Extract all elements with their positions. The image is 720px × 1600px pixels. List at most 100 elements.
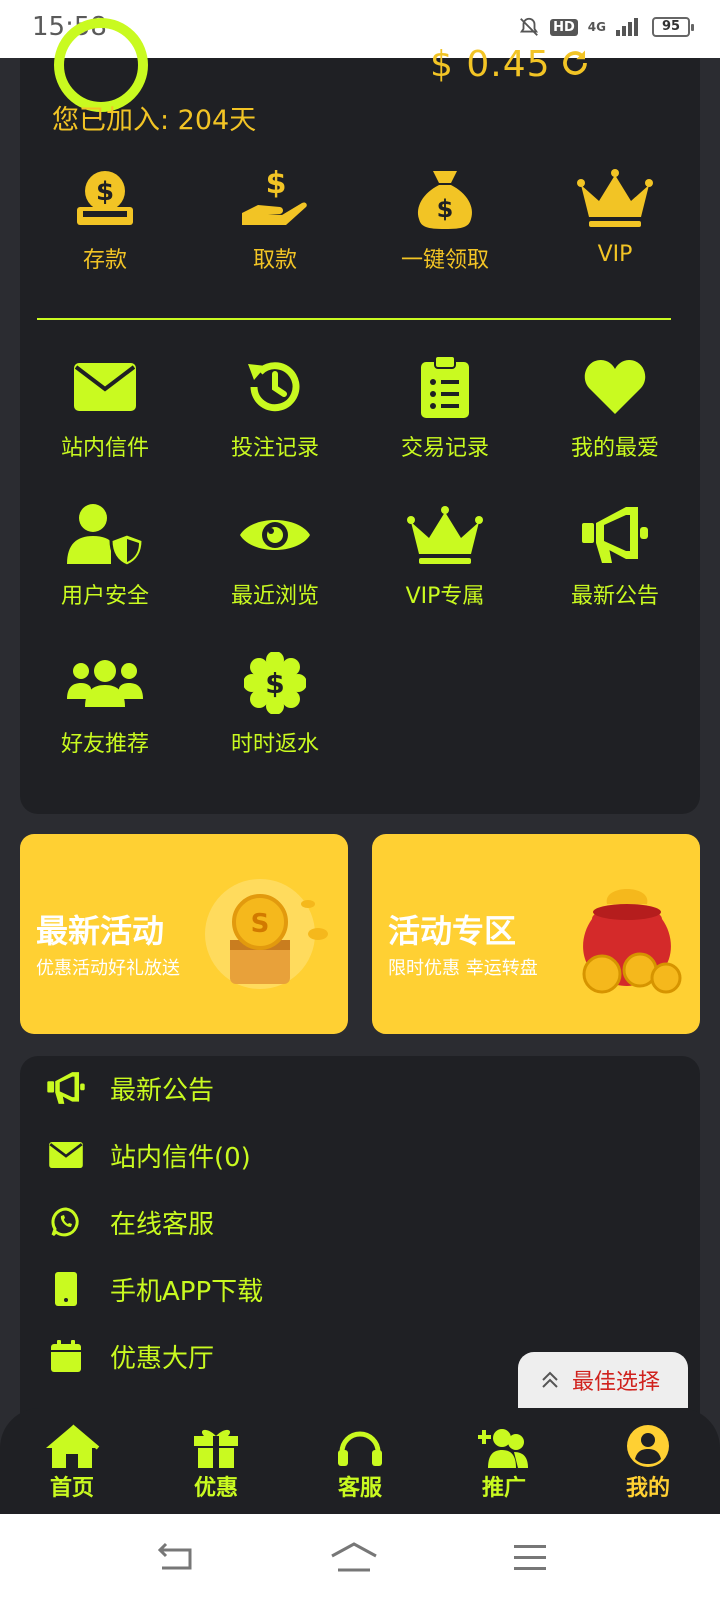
chevron-double-up-icon	[542, 1371, 558, 1388]
eye-icon	[240, 520, 310, 550]
best-choice-button[interactable]: 最佳选择	[518, 1352, 688, 1408]
feature-row-2: 用户安全 最近浏览 VIP专属 最新公告	[20, 502, 700, 610]
feature-announcements[interactable]: 最新公告	[530, 502, 700, 610]
feature-mail[interactable]: 站内信件	[20, 354, 190, 462]
quick-actions: $ 存款 $ 取款 $ 一键领取 VIP	[20, 166, 700, 274]
promo-activity-zone[interactable]: 活动专区 限时优惠 幸运转盘	[372, 834, 700, 1034]
nav-promote[interactable]: 推广	[432, 1408, 576, 1514]
menu-item-mail[interactable]: 站内信件(0)	[20, 1125, 700, 1185]
withdraw-button[interactable]: $ 取款	[190, 166, 360, 274]
feature-favorites[interactable]: 我的最爱	[530, 354, 700, 462]
menu-item-announcements[interactable]: 最新公告	[20, 1058, 700, 1118]
phone-icon	[55, 1272, 77, 1306]
svg-text:$: $	[437, 195, 454, 223]
feature-recent[interactable]: 最近浏览	[190, 502, 360, 610]
nav-support[interactable]: 客服	[288, 1408, 432, 1514]
deposit-label: 存款	[82, 248, 127, 273]
clipboard-icon	[421, 356, 469, 418]
bottom-nav: 首页 优惠 客服 推广 我的	[0, 1408, 720, 1514]
crown-icon	[577, 169, 653, 227]
deposit-icon: $	[77, 171, 133, 225]
svg-text:$: $	[265, 667, 284, 700]
withdraw-label: 取款	[252, 248, 297, 273]
back-icon[interactable]	[158, 1542, 194, 1572]
lucky-bag-icon	[582, 889, 682, 994]
network-type: 4G	[587, 19, 606, 34]
promo-subtitle: 优惠活动好礼放送	[36, 958, 180, 979]
user-plus-icon	[478, 1429, 528, 1468]
feature-announcements-label: 最新公告	[570, 584, 659, 609]
feature-row-1: 站内信件 投注记录 交易记录 我的最爱	[20, 354, 700, 462]
feature-bet-history[interactable]: 投注记录	[190, 354, 360, 462]
rebate-icon: $	[244, 652, 306, 714]
mail-icon	[49, 1142, 83, 1168]
menu-item-app-download[interactable]: 手机APP下载	[20, 1259, 700, 1319]
feature-transactions[interactable]: 交易记录	[360, 354, 530, 462]
feature-user-security-label: 用户安全	[60, 584, 149, 609]
svg-text:$: $	[266, 167, 287, 201]
heart-icon	[584, 360, 646, 414]
hd-badge: HD	[550, 18, 578, 36]
menu-icon[interactable]	[512, 1542, 548, 1572]
system-nav-bar	[0, 1514, 720, 1600]
feature-transactions-label: 交易记录	[400, 436, 489, 461]
refresh-icon[interactable]	[560, 48, 590, 78]
mail-icon	[74, 363, 136, 411]
feature-mail-label: 站内信件	[60, 436, 149, 461]
feature-user-security[interactable]: 用户安全	[20, 502, 190, 610]
bell-off-icon	[520, 17, 539, 36]
megaphone-icon	[47, 1072, 85, 1104]
battery-level: 95	[661, 19, 681, 34]
menu-item-label: 在线客服	[110, 1209, 215, 1240]
promo-title: 最新活动	[36, 912, 165, 950]
deposit-button[interactable]: $ 存款	[20, 166, 190, 274]
menu-item-label: 站内信件(0)	[110, 1142, 251, 1173]
feature-recent-label: 最近浏览	[230, 584, 319, 609]
best-choice-label: 最佳选择	[572, 1370, 661, 1395]
whatsapp-icon	[51, 1207, 79, 1237]
feature-referral[interactable]: 好友推荐	[20, 650, 190, 758]
menu-item-label: 优惠大厅	[110, 1343, 215, 1374]
vip-button[interactable]: VIP	[530, 166, 700, 274]
calendar-icon	[51, 1340, 81, 1372]
history-icon	[248, 362, 300, 412]
home-nav-icon[interactable]	[330, 1542, 378, 1572]
users-icon	[67, 660, 143, 707]
home-icon	[46, 1424, 100, 1468]
balance-amount: $ 0.45	[430, 44, 551, 85]
joined-days: 您已加入: 204天	[52, 105, 257, 136]
nav-promotions[interactable]: 优惠	[144, 1408, 288, 1514]
menu-item-label: 手机APP下载	[110, 1276, 264, 1307]
user-shield-icon	[67, 504, 143, 566]
feature-rebate-label: 时时返水	[230, 732, 319, 757]
feature-vip-exclusive[interactable]: VIP专属	[360, 502, 530, 610]
svg-text:$: $	[96, 177, 114, 207]
promo-latest-activity[interactable]: 最新活动 优惠活动好礼放送 S	[20, 834, 348, 1034]
nav-mine[interactable]: 我的	[576, 1408, 720, 1514]
withdraw-icon: $	[242, 167, 307, 225]
menu-item-support[interactable]: 在线客服	[20, 1192, 700, 1252]
signal-icon	[616, 18, 638, 36]
money-bag-icon: $	[417, 171, 473, 229]
nav-label: 首页	[49, 1476, 94, 1501]
feature-row-3: 好友推荐 $ 时时返水	[20, 650, 700, 758]
divider	[37, 318, 671, 320]
nav-home[interactable]: 首页	[0, 1408, 144, 1514]
account-card: $ 0.45 您已加入: 204天 $ 存款 $ 取款 $ 一键领取 VIP 站…	[20, 18, 700, 814]
nav-label: 我的	[625, 1476, 670, 1501]
claim-all-label: 一键领取	[400, 248, 489, 273]
screen: 15:58 HD 4G 95 $ 0.45 您已加入: 204天 $ 存款 $ …	[0, 0, 720, 1600]
status-icons: HD 4G 95	[518, 16, 694, 38]
headset-icon	[338, 1431, 382, 1466]
nav-label: 优惠	[193, 1476, 238, 1501]
feature-favorites-label: 我的最爱	[570, 436, 659, 461]
nav-label: 推广	[481, 1476, 526, 1501]
treasure-chest-icon: S	[205, 879, 328, 989]
feature-rebate[interactable]: $ 时时返水	[190, 650, 360, 758]
claim-all-button[interactable]: $ 一键领取	[360, 166, 530, 274]
vip-label: VIP	[597, 242, 633, 267]
crown-icon	[407, 506, 483, 564]
feature-referral-label: 好友推荐	[60, 732, 149, 757]
svg-text:S: S	[251, 909, 270, 939]
user-circle-icon	[627, 1425, 669, 1467]
